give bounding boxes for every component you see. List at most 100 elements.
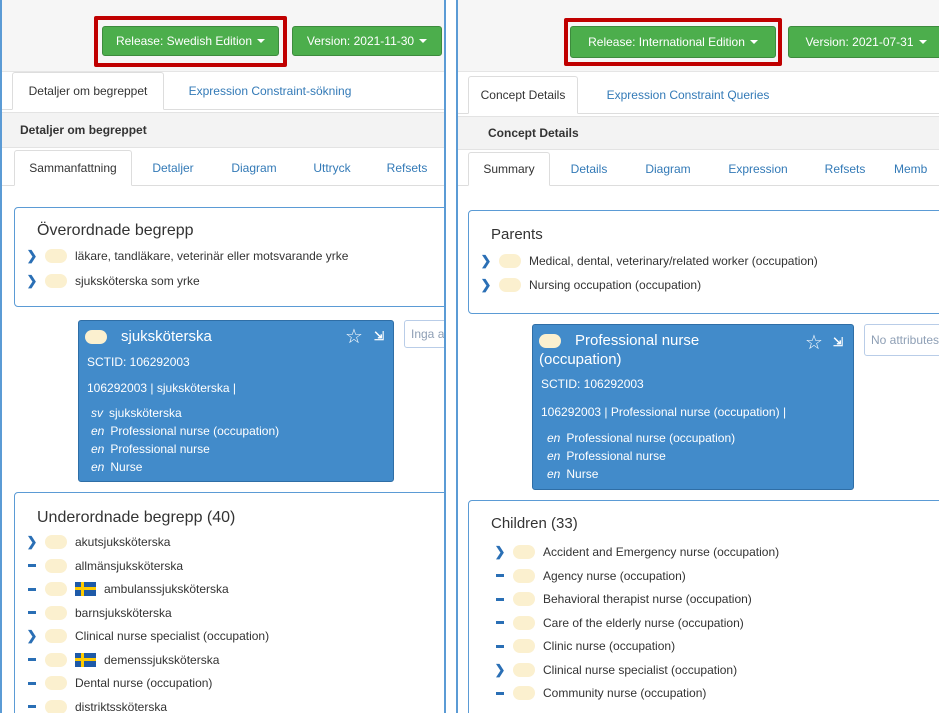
concept-dot-icon <box>45 699 67 713</box>
version-dropdown-button[interactable]: Version: 2021-07-31 <box>788 26 939 58</box>
synonym-term: Nurse <box>110 460 143 474</box>
tab-details[interactable]: Details <box>562 152 616 185</box>
language-code: en <box>547 467 561 481</box>
export-icon[interactable]: ⇲ <box>374 329 384 343</box>
concept-dot-icon <box>513 592 535 606</box>
tab-label: Detaljer <box>152 160 194 175</box>
child-item[interactable]: Community nurse (occupation) <box>495 684 706 702</box>
child-item[interactable]: Clinic nurse (occupation) <box>495 637 675 655</box>
version-label: Version: 2021-07-31 <box>805 35 914 49</box>
tab-details[interactable]: Detaljer <box>142 150 204 185</box>
language-code: en <box>91 460 105 474</box>
parent-item[interactable]: ❯ läkare, tandläkare, veterinär eller mot… <box>27 247 348 265</box>
tab-expression-constraint[interactable]: Expression Constraint-sökning <box>170 72 370 109</box>
language-code: en <box>91 424 105 438</box>
parent-item[interactable]: ❯ Medical, dental, veterinary/related wor… <box>481 252 818 270</box>
concept-dot-icon <box>45 582 67 596</box>
child-item[interactable]: ❯ Clinical nurse specialist (occupation) <box>495 661 737 679</box>
parents-box: Parents ❯ Medical, dental, veterinary/rel… <box>468 210 939 314</box>
parents-title: Parents <box>491 226 543 243</box>
concept-dot-icon <box>539 334 561 349</box>
tab-label: Summary <box>483 162 535 176</box>
chevron-right-icon[interactable]: ❯ <box>481 277 492 293</box>
concept-card: Professional nurse (occupation) ☆ ⇲ SCTI… <box>532 324 854 490</box>
child-item[interactable]: Agency nurse (occupation) <box>495 567 686 585</box>
favorite-star-icon[interactable]: ☆ <box>345 327 363 347</box>
chevron-right-icon[interactable]: ❯ <box>27 273 38 289</box>
tab-members[interactable]: Memb <box>894 152 939 185</box>
tab-diagram[interactable]: Diagram <box>636 152 700 185</box>
concept-dot-icon <box>499 254 521 268</box>
tab-summary[interactable]: Sammanfattning <box>14 150 132 186</box>
child-item[interactable]: Behavioral therapist nurse (occupation) <box>495 590 752 608</box>
chevron-right-icon[interactable]: ❯ <box>27 534 38 550</box>
leaf-dash-icon <box>27 564 37 567</box>
synonym-term: Professional nurse <box>110 442 210 456</box>
version-dropdown-button[interactable]: Version: 2021-11-30 <box>292 26 442 56</box>
release-toolbar: Release: International Edition Version: … <box>458 0 939 72</box>
chevron-right-icon[interactable]: ❯ <box>27 248 38 264</box>
leaf-dash-icon <box>27 587 37 591</box>
export-icon[interactable]: ⇲ <box>833 335 843 349</box>
concept-title-text: sjuksköterska <box>121 328 212 345</box>
version-label: Version: 2021-11-30 <box>306 34 415 48</box>
child-item[interactable]: Care of the elderly nurse (occupation) <box>495 614 744 632</box>
concept-fsn: 106292003 | sjuksköterska | <box>87 381 236 395</box>
chevron-right-icon[interactable]: ❯ <box>481 253 492 269</box>
synonym: en Professional nurse <box>547 449 666 463</box>
child-item[interactable]: ❯ Clinical nurse specialist (occupation) <box>27 627 269 645</box>
tab-label: Concept Details <box>480 88 566 102</box>
concept-dot-icon <box>45 605 67 620</box>
concept-sctid: SCTID: 106292003 <box>87 355 190 369</box>
concept-dot-icon <box>45 249 67 263</box>
concept-dot-icon <box>513 568 535 583</box>
chevron-right-icon[interactable]: ❯ <box>27 628 38 644</box>
chevron-right-icon[interactable]: ❯ <box>495 544 506 560</box>
child-label: allmänsjuksköterska <box>75 558 184 573</box>
tab-label: Expression Constraint Queries <box>606 87 770 102</box>
tab-label: Details <box>570 161 608 176</box>
child-label: ambulanssjuksköterska <box>104 582 229 596</box>
favorite-star-icon[interactable]: ☆ <box>805 333 823 353</box>
parent-item[interactable]: ❯ sjuksköterska som yrke <box>27 272 200 290</box>
child-item[interactable]: ❯ akutsjuksköterska <box>27 533 170 551</box>
tab-concept-details[interactable]: Concept Details <box>468 76 578 114</box>
child-item[interactable]: distriktssköterska <box>27 698 167 713</box>
tab-expression[interactable]: Uttryck <box>302 150 362 185</box>
concept-dot-icon <box>513 615 535 630</box>
child-item[interactable]: demenssjuksköterska <box>27 651 219 669</box>
children-title: Children (33) <box>491 515 578 532</box>
tab-label: Uttryck <box>313 160 351 175</box>
tab-expression[interactable]: Expression <box>722 152 794 185</box>
tab-label: Memb <box>894 161 928 176</box>
children-box: Underordnade begrepp (40) ❯ akutsjuksköte… <box>14 492 444 713</box>
child-item[interactable]: Dental nurse (occupation) <box>27 674 212 692</box>
child-item[interactable]: ambulanssjuksköterska <box>27 580 229 598</box>
international-edition-panel: Release: International Edition Version: … <box>456 0 939 713</box>
leaf-dash-icon <box>27 611 37 614</box>
tab-summary[interactable]: Summary <box>468 152 550 186</box>
leaf-dash-icon <box>495 621 505 624</box>
section-header: Detaljer om begreppet <box>2 112 444 148</box>
language-code: en <box>547 431 561 445</box>
child-label: Clinical nurse specialist (occupation) <box>543 662 738 677</box>
leaf-dash-icon <box>27 681 37 685</box>
child-label: Clinical nurse specialist (occupation) <box>75 629 270 643</box>
chevron-right-icon[interactable]: ❯ <box>495 662 506 678</box>
parent-label: Medical, dental, veterinary/related work… <box>529 254 818 268</box>
child-item[interactable]: allmänsjuksköterska <box>27 557 183 575</box>
tab-label: Sammanfattning <box>29 161 117 175</box>
section-title: Detaljer om begreppet <box>20 123 147 137</box>
leaf-dash-icon <box>27 705 37 708</box>
synonym: en Nurse <box>91 460 142 474</box>
child-item[interactable]: ❯ Accident and Emergency nurse (occupatio… <box>495 543 779 561</box>
parent-item[interactable]: ❯ Nursing occupation (occupation) <box>481 276 701 294</box>
tab-expression-constraint[interactable]: Expression Constraint Queries <box>590 76 786 113</box>
tab-refsets[interactable]: Refsets <box>816 152 874 185</box>
tab-concept-details[interactable]: Detaljer om begreppet <box>12 72 164 110</box>
concept-title: Professional nurse <box>539 332 699 349</box>
tab-diagram[interactable]: Diagram <box>222 150 286 185</box>
synonym-term: sjuksköterska <box>109 406 182 420</box>
tab-refsets[interactable]: Refsets <box>376 150 438 185</box>
child-item[interactable]: barnsjuksköterska <box>27 604 172 622</box>
